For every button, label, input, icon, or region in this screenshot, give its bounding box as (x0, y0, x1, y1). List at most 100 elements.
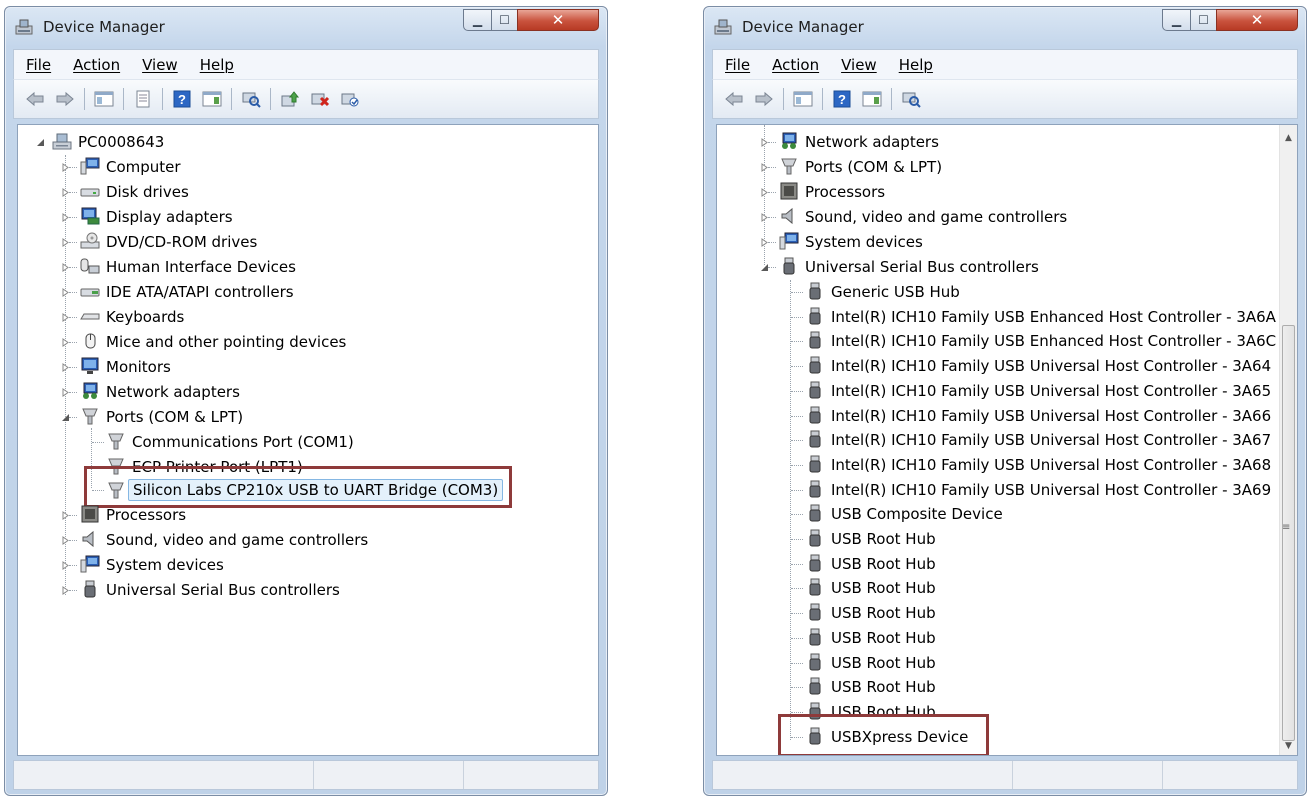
tree-device-usb[interactable]: USB Root Hub (717, 675, 1277, 699)
usb-icon (84, 580, 96, 598)
menu-bar: File Action View Help (712, 49, 1298, 79)
tree-category-network-adapters[interactable]: Network adapters (18, 380, 518, 404)
tree-category-mice[interactable]: Mice and other pointing devices (18, 330, 518, 354)
uninstall-icon[interactable] (308, 87, 332, 111)
tree-device-usb[interactable]: Intel(R) ICH10 Family USB Enhanced Host … (717, 329, 1277, 353)
tree-category-network-adapters[interactable]: Network adapters (717, 130, 1277, 154)
menu-view[interactable]: View (841, 56, 877, 74)
system-devices-icon (80, 555, 100, 573)
help-icon[interactable]: ? (830, 87, 854, 111)
tree-category-processors[interactable]: Processors (717, 180, 1277, 204)
tree-label: System devices (805, 233, 923, 251)
usb-device-icon (809, 529, 821, 547)
tree-device-usb[interactable]: USB Root Hub (717, 527, 1277, 551)
tree-label: Intel(R) ICH10 Family USB Universal Host… (831, 480, 1272, 499)
tree-category-keyboards[interactable]: Keyboards (18, 305, 518, 329)
scan-hardware-icon[interactable] (239, 87, 263, 111)
tree-label: USB Root Hub (831, 604, 936, 623)
vertical-scrollbar[interactable]: ▲ ≡ ▼ (1279, 125, 1297, 755)
menu-help[interactable]: Help (200, 56, 234, 74)
minimize-button[interactable]: ▁ (463, 9, 492, 31)
usb-device-icon (809, 406, 821, 423)
tree-label: DVD/CD-ROM drives (106, 233, 258, 251)
back-icon[interactable] (722, 87, 746, 111)
tree-device-usb[interactable]: Intel(R) ICH10 Family USB Universal Host… (717, 478, 1277, 502)
scrollbar-grip-icon: ≡ (1282, 522, 1291, 533)
update-driver-icon[interactable] (278, 87, 302, 111)
forward-icon[interactable] (752, 87, 776, 111)
tree-category-system-devices[interactable]: System devices (717, 230, 1277, 254)
tree-category-monitors[interactable]: Monitors (18, 355, 518, 379)
title-bar: Device Manager ▁ ☐ ✕ (704, 7, 1306, 49)
tree-device-usb[interactable]: USB Root Hub (717, 576, 1277, 600)
help-icon[interactable]: ? (170, 87, 194, 111)
tree-category-usb[interactable]: Universal Serial Bus controllers (18, 578, 518, 602)
menu-file[interactable]: File (26, 56, 51, 74)
network-adapter-icon (782, 132, 797, 149)
tree-category-system-devices[interactable]: System devices (18, 553, 518, 577)
enable-device-icon[interactable] (338, 87, 362, 111)
tree-category-ide-ata[interactable]: IDE ATA/ATAPI controllers (18, 280, 518, 304)
tree-category-dvd-cd-rom-drives[interactable]: DVD/CD-ROM drives (18, 230, 518, 254)
minimize-button[interactable]: ▁ (1162, 9, 1191, 31)
collapse-arrow-icon[interactable] (36, 138, 45, 147)
tree-device-usb[interactable]: Generic USB Hub (717, 280, 1277, 304)
properties-icon[interactable] (131, 87, 155, 111)
scrollbar-thumb[interactable] (1282, 325, 1295, 741)
window-title: Device Manager (43, 18, 165, 36)
display-adapter-icon (81, 207, 100, 225)
tree-device-usb[interactable]: USB Root Hub (717, 651, 1277, 675)
tree-label: Ports (COM & LPT) (805, 158, 943, 176)
tree-category-processors[interactable]: Processors (18, 503, 518, 527)
tree-device-usb[interactable]: Intel(R) ICH10 Family USB Universal Host… (717, 428, 1277, 452)
tree-device-usb[interactable]: USB Root Hub (717, 601, 1277, 625)
tree-category-display-adapters[interactable]: Display adapters (18, 205, 518, 229)
close-button[interactable]: ✕ (517, 9, 599, 31)
maximize-button[interactable]: ☐ (491, 9, 518, 31)
scroll-down-arrow-icon[interactable]: ▼ (1280, 737, 1297, 754)
tree-root[interactable]: PC0008643 (18, 130, 518, 154)
tree-root-label: PC0008643 (78, 133, 165, 151)
menu-file[interactable]: File (725, 56, 750, 74)
tree-category-sound[interactable]: Sound, video and game controllers (717, 205, 1277, 229)
show-hide-console-tree-icon[interactable] (791, 87, 815, 111)
tree-device-usb[interactable]: USB Root Hub (717, 552, 1277, 576)
menu-action[interactable]: Action (772, 56, 819, 74)
device-tree[interactable]: PC0008643 Computer Disk drives Display a… (17, 124, 599, 756)
usb-device-icon (809, 356, 821, 374)
processor-icon (81, 505, 99, 523)
menu-action[interactable]: Action (73, 56, 120, 74)
tree-category-ports[interactable]: Ports (COM & LPT) (18, 405, 518, 429)
usb-device-icon (809, 603, 821, 621)
back-icon[interactable] (23, 87, 47, 111)
tree-device-usb[interactable]: Intel(R) ICH10 Family USB Universal Host… (717, 453, 1277, 477)
tree-category-disk-drives[interactable]: Disk drives (18, 180, 518, 204)
window-title: Device Manager (742, 18, 864, 36)
port-icon (108, 433, 124, 450)
tree-device-usb[interactable]: Intel(R) ICH10 Family USB Universal Host… (717, 404, 1277, 428)
usb-icon (783, 257, 795, 275)
device-tree[interactable]: Network adapters Ports (COM & LPT) Proce… (716, 124, 1298, 756)
show-action-pane-icon[interactable] (860, 87, 884, 111)
tree-label: Mice and other pointing devices (106, 333, 347, 351)
maximize-button[interactable]: ☐ (1190, 9, 1217, 31)
tree-device-usb[interactable]: Intel(R) ICH10 Family USB Universal Host… (717, 354, 1277, 378)
tree-device-usb[interactable]: USB Composite Device (717, 502, 1277, 526)
scan-hardware-icon[interactable] (899, 87, 923, 111)
close-button[interactable]: ✕ (1216, 9, 1298, 31)
forward-icon[interactable] (53, 87, 77, 111)
tree-device-usb[interactable]: USB Root Hub (717, 626, 1277, 650)
tree-device-usb[interactable]: Intel(R) ICH10 Family USB Enhanced Host … (717, 305, 1277, 329)
tree-category-sound[interactable]: Sound, video and game controllers (18, 528, 518, 552)
tree-category-hid[interactable]: Human Interface Devices (18, 255, 518, 279)
show-action-pane-icon[interactable] (200, 87, 224, 111)
tree-device-usb[interactable]: Intel(R) ICH10 Family USB Universal Host… (717, 379, 1277, 403)
tree-category-ports[interactable]: Ports (COM & LPT) (717, 155, 1277, 179)
show-hide-console-tree-icon[interactable] (92, 87, 116, 111)
tree-category-usb[interactable]: Universal Serial Bus controllers (717, 255, 1277, 279)
menu-view[interactable]: View (142, 56, 178, 74)
tree-device-com1[interactable]: Communications Port (COM1) (18, 430, 518, 454)
tree-category-computer[interactable]: Computer (18, 155, 518, 179)
menu-help[interactable]: Help (899, 56, 933, 74)
scroll-up-arrow-icon[interactable]: ▲ (1280, 129, 1297, 146)
